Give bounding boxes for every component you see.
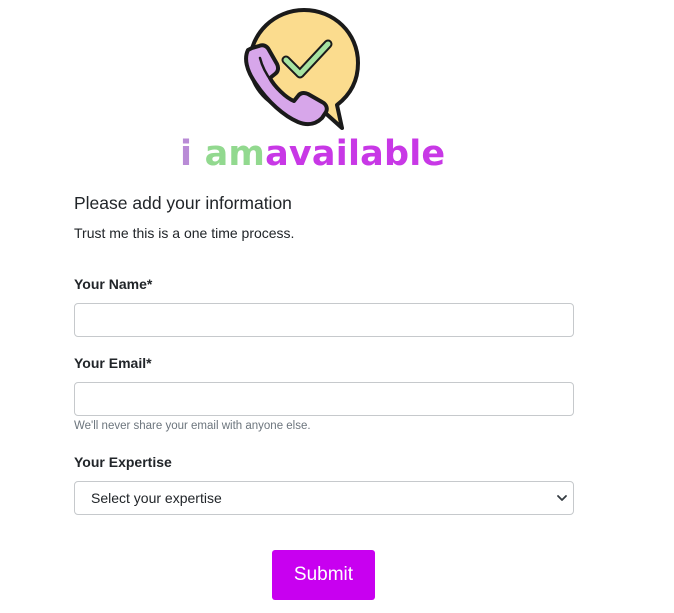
logo-wordmark: i amavailable [180, 134, 446, 174]
email-label: Your Email* [74, 355, 152, 371]
expertise-label: Your Expertise [74, 454, 172, 470]
email-field[interactable] [74, 382, 574, 416]
submit-button[interactable]: Submit [272, 550, 375, 600]
name-field[interactable] [74, 303, 574, 337]
name-label: Your Name* [74, 276, 153, 292]
email-help-text: We'll never share your email with anyone… [74, 420, 311, 432]
logo: i amavailable [180, 6, 446, 176]
expertise-select-value: Select your expertise [91, 490, 222, 506]
page-subtitle: Trust me this is a one time process. [74, 225, 295, 241]
chevron-down-icon [557, 495, 567, 501]
logo-text-am: am [204, 134, 266, 174]
logo-text-i: i [180, 134, 205, 174]
phone-check-icon [244, 8, 360, 130]
page-title: Please add your information [74, 193, 292, 213]
expertise-select[interactable]: Select your expertise [74, 481, 574, 515]
logo-text-available: available [265, 134, 446, 174]
